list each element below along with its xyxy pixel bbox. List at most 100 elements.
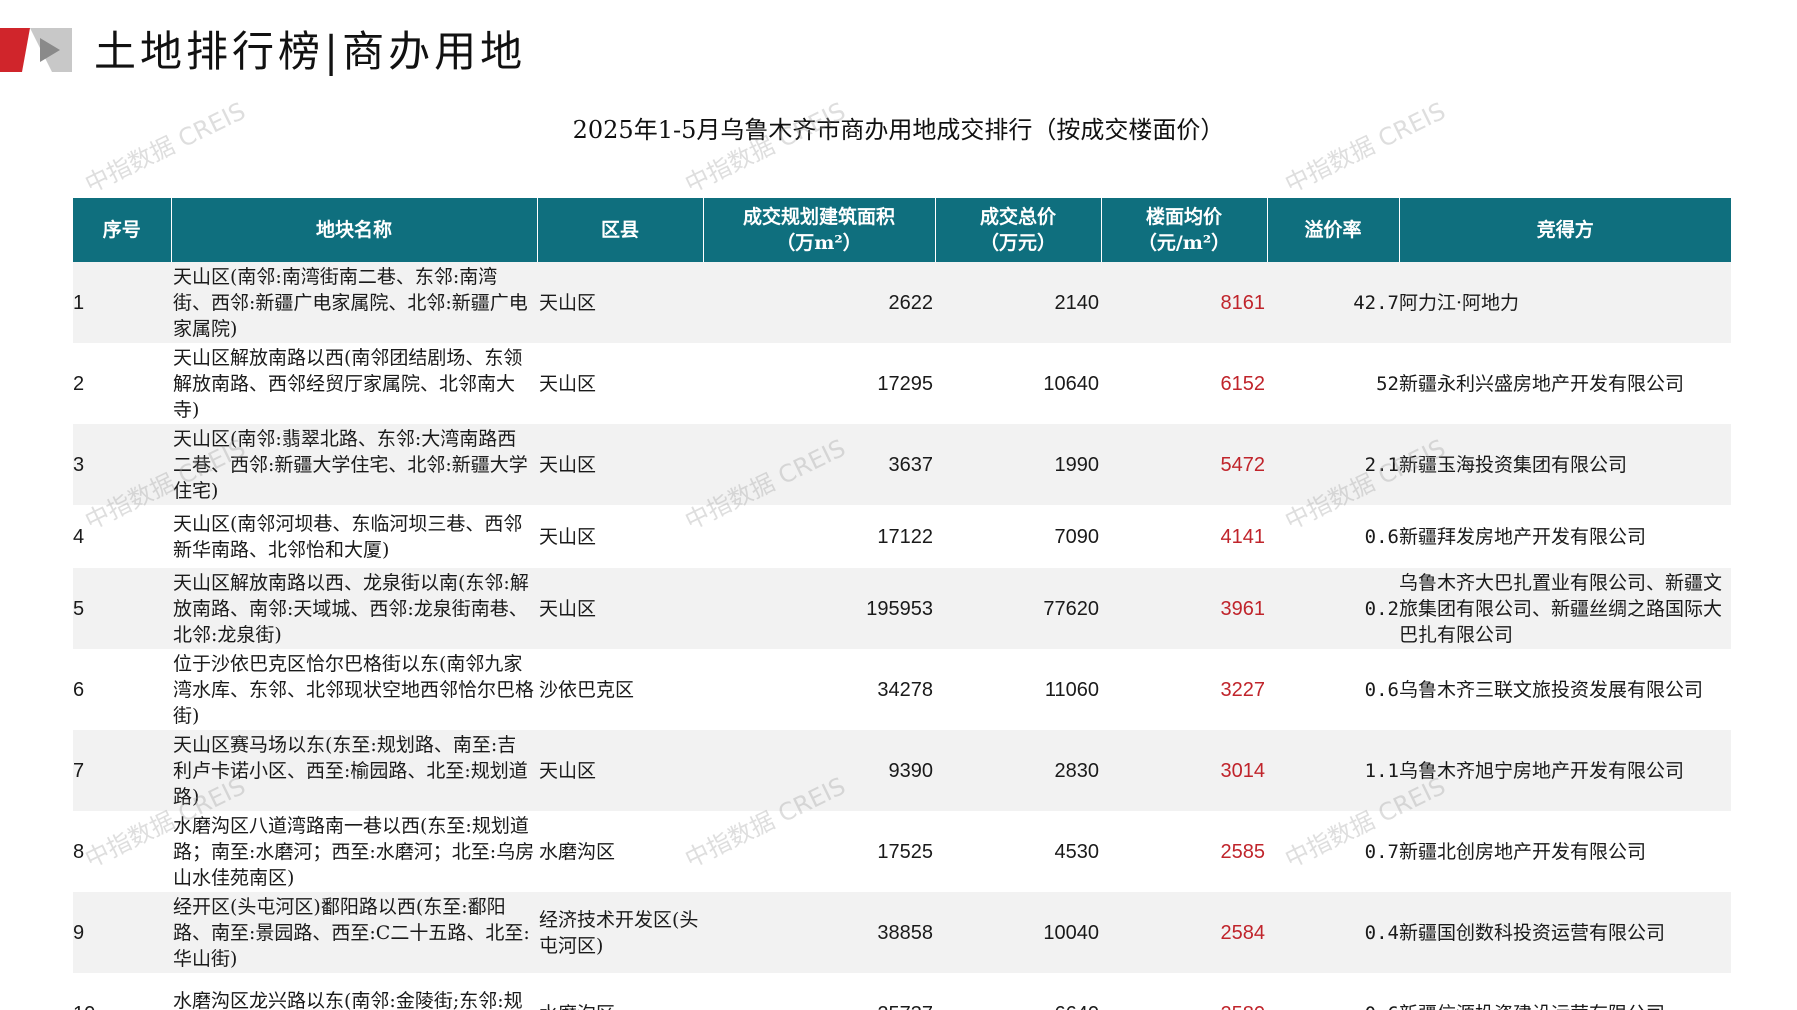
- district-cell: 天山区: [537, 262, 703, 343]
- buyer-cell: 阿力江·阿地力: [1399, 262, 1731, 343]
- unit-price-cell: 3014: [1101, 730, 1267, 811]
- district-cell: 经济技术开发区(头屯河区): [537, 892, 703, 973]
- premium-rate-cell: 2.1: [1267, 424, 1399, 505]
- total-price-cell: 2140: [935, 262, 1101, 343]
- rank-cell: 9: [73, 892, 171, 973]
- total-price-cell: 7090: [935, 505, 1101, 568]
- parcel-name-cell: 天山区(南邻:南湾街南二巷、东邻:南湾街、西邻:新疆广电家属院、北邻:新疆广电家…: [171, 262, 537, 343]
- parcel-name-cell: 经开区(头屯河区)鄱阳路以西(东至:鄱阳路、南至:景园路、西至:C二十五路、北至…: [171, 892, 537, 973]
- rank-cell: 6: [73, 649, 171, 730]
- premium-rate-cell: 0.4: [1267, 892, 1399, 973]
- rank-cell: 3: [73, 424, 171, 505]
- table-header-row: 序号 地块名称 区县 成交规划建筑面积 （万m²） 成交总价 （万元） 楼面均价 （元…: [73, 198, 1731, 262]
- total-price-cell: 1990: [935, 424, 1101, 505]
- area-cell: 2622: [703, 262, 935, 343]
- premium-rate-cell: 42.7: [1267, 262, 1399, 343]
- total-price-cell: 11060: [935, 649, 1101, 730]
- premium-rate-cell: 0.7: [1267, 811, 1399, 892]
- district-cell: 天山区: [537, 343, 703, 424]
- buyer-cell: 新疆国创数科投资运营有限公司: [1399, 892, 1731, 973]
- column-header: 楼面均价 （元/m²）: [1101, 198, 1268, 262]
- column-header: 区县: [537, 198, 704, 262]
- table-row: 5 天山区解放南路以西、龙泉街以南(东邻:解放南路、南邻:天域城、西邻:龙泉街南…: [73, 568, 1731, 649]
- total-price-cell: 6640: [935, 973, 1101, 1010]
- unit-price-cell: 5472: [1101, 424, 1267, 505]
- area-cell: 17295: [703, 343, 935, 424]
- area-cell: 9390: [703, 730, 935, 811]
- premium-rate-cell: 52: [1267, 343, 1399, 424]
- buyer-cell: 新疆永利兴盛房地产开发有限公司: [1399, 343, 1731, 424]
- parcel-name-cell: 水磨沟区龙兴路以东(南邻:金陵街;东邻:规划广场用地、西邻:龙兴路、: [171, 973, 537, 1010]
- column-header: 成交总价 （万元）: [935, 198, 1102, 262]
- table-row: 9 经开区(头屯河区)鄱阳路以西(东至:鄱阳路、南至:景园路、西至:C二十五路、…: [73, 892, 1731, 973]
- area-cell: 17525: [703, 811, 935, 892]
- area-cell: 195953: [703, 568, 935, 649]
- parcel-name-cell: 天山区解放南路以西(南邻团结剧场、东领解放南路、西邻经贸厅家属院、北邻南大寺): [171, 343, 537, 424]
- buyer-cell: 新疆北创房地产开发有限公司: [1399, 811, 1731, 892]
- district-cell: 天山区: [537, 730, 703, 811]
- unit-price-cell: 2584: [1101, 892, 1267, 973]
- total-price-cell: 10040: [935, 892, 1101, 973]
- table-row: 1 天山区(南邻:南湾街南二巷、东邻:南湾街、西邻:新疆广电家属院、北邻:新疆广…: [73, 262, 1731, 343]
- premium-rate-cell: 0.6: [1267, 973, 1399, 1010]
- buyer-cell: 乌鲁木齐三联文旅投资发展有限公司: [1399, 649, 1731, 730]
- parcel-name-cell: 天山区解放南路以西、龙泉街以南(东邻:解放南路、南邻:天域城、西邻:龙泉街南巷、…: [171, 568, 537, 649]
- area-cell: 38858: [703, 892, 935, 973]
- district-cell: 天山区: [537, 568, 703, 649]
- watermark: 中指数据 CREIS: [680, 96, 850, 199]
- area-cell: 25737: [703, 973, 935, 1010]
- parcel-name-cell: 水磨沟区八道湾路南一巷以西(东至:规划道路；南至:水磨河；西至:水磨河；北至:乌…: [171, 811, 537, 892]
- watermark: 中指数据 CREIS: [80, 96, 250, 199]
- table-row: 4 天山区(南邻河坝巷、东临河坝三巷、西邻新华南路、北邻怡和大厦) 天山区 17…: [73, 505, 1731, 568]
- brand-logo-icon: [0, 28, 72, 72]
- premium-rate-cell: 1.1: [1267, 730, 1399, 811]
- buyer-cell: 新疆信源投资建设运营有限公司: [1399, 973, 1731, 1010]
- district-cell: 天山区: [537, 505, 703, 568]
- area-cell: 17122: [703, 505, 935, 568]
- parcel-name-cell: 天山区赛马场以东(东至:规划路、南至:吉利卢卡诺小区、西至:榆园路、北至:规划道…: [171, 730, 537, 811]
- buyer-cell: 新疆玉海投资集团有限公司: [1399, 424, 1731, 505]
- parcel-name-cell: 天山区(南邻河坝巷、东临河坝三巷、西邻新华南路、北邻怡和大厦): [171, 505, 537, 568]
- total-price-cell: 77620: [935, 568, 1101, 649]
- premium-rate-cell: 0.6: [1267, 505, 1399, 568]
- total-price-cell: 10640: [935, 343, 1101, 424]
- total-price-cell: 2830: [935, 730, 1101, 811]
- column-header: 地块名称: [171, 198, 538, 262]
- total-price-cell: 4530: [935, 811, 1101, 892]
- rank-cell: 1: [73, 262, 171, 343]
- district-cell: 天山区: [537, 424, 703, 505]
- rank-cell: 5: [73, 568, 171, 649]
- column-header: 溢价率: [1267, 198, 1400, 262]
- table-row: 2 天山区解放南路以西(南邻团结剧场、东领解放南路、西邻经贸厅家属院、北邻南大寺…: [73, 343, 1731, 424]
- unit-price-cell: 8161: [1101, 262, 1267, 343]
- table-title: 2025年1-5月乌鲁木齐市商办用地成交排行（按成交楼面价）: [572, 116, 1225, 144]
- rank-cell: 2: [73, 343, 171, 424]
- rank-cell: 7: [73, 730, 171, 811]
- column-header: 序号: [73, 198, 172, 262]
- rank-cell: 8: [73, 811, 171, 892]
- table-row: 3 天山区(南邻:翡翠北路、东邻:大湾南路西二巷、西邻:新疆大学住宅、北邻:新疆…: [73, 424, 1731, 505]
- ranking-table: 序号 地块名称 区县 成交规划建筑面积 （万m²） 成交总价 （万元） 楼面均价 （元…: [73, 198, 1731, 1010]
- parcel-name-cell: 位于沙依巴克区恰尔巴格街以东(南邻九家湾水库、东邻、北邻现状空地西邻恰尔巴格街): [171, 649, 537, 730]
- buyer-cell: 乌鲁木齐旭宁房地产开发有限公司: [1399, 730, 1731, 811]
- unit-price-cell: 4141: [1101, 505, 1267, 568]
- district-cell: 水磨沟区: [537, 811, 703, 892]
- rank-cell: 10: [73, 973, 171, 1010]
- buyer-cell: 乌鲁木齐大巴扎置业有限公司、新疆文旅集团有限公司、新疆丝绸之路国际大巴扎有限公司: [1399, 568, 1731, 649]
- unit-price-cell: 3227: [1101, 649, 1267, 730]
- unit-price-cell: 2580: [1101, 973, 1267, 1010]
- watermark: 中指数据 CREIS: [1280, 96, 1450, 199]
- area-cell: 3637: [703, 424, 935, 505]
- district-cell: 沙依巴克区: [537, 649, 703, 730]
- parcel-name-cell: 天山区(南邻:翡翠北路、东邻:大湾南路西二巷、西邻:新疆大学住宅、北邻:新疆大学…: [171, 424, 537, 505]
- ranking-table-container: 序号 地块名称 区县 成交规划建筑面积 （万m²） 成交总价 （万元） 楼面均价 （元…: [73, 198, 1731, 1010]
- premium-rate-cell: 0.6: [1267, 649, 1399, 730]
- unit-price-cell: 6152: [1101, 343, 1267, 424]
- table-row: 10 水磨沟区龙兴路以东(南邻:金陵街;东邻:规划广场用地、西邻:龙兴路、 水磨…: [73, 973, 1731, 1010]
- rank-cell: 4: [73, 505, 171, 568]
- table-row: 8 水磨沟区八道湾路南一巷以西(东至:规划道路；南至:水磨河；西至:水磨河；北至…: [73, 811, 1731, 892]
- table-row: 7 天山区赛马场以东(东至:规划路、南至:吉利卢卡诺小区、西至:榆园路、北至:规…: [73, 730, 1731, 811]
- unit-price-cell: 3961: [1101, 568, 1267, 649]
- table-row: 6 位于沙依巴克区恰尔巴格街以东(南邻九家湾水库、东邻、北邻现状空地西邻恰尔巴格…: [73, 649, 1731, 730]
- unit-price-cell: 2585: [1101, 811, 1267, 892]
